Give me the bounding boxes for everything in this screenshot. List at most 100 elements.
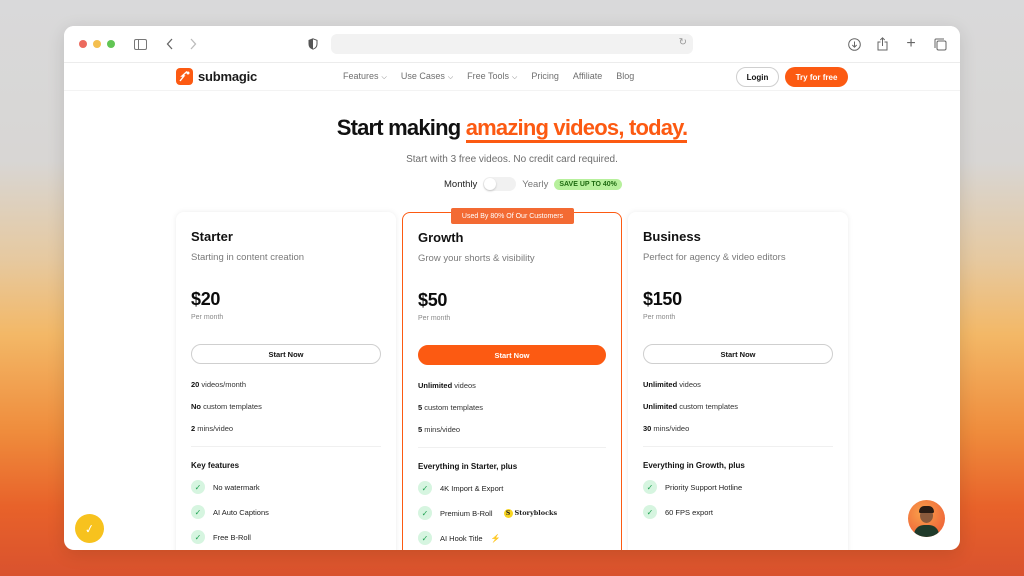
main-nav: Features ⌵ Use Cases ⌵ Free Tools ⌵ Pricing… [343, 71, 634, 82]
privacy-shield-icon[interactable] [305, 36, 321, 52]
plan-price: $50 [418, 290, 448, 310]
check-icon: ✓ [643, 480, 657, 494]
maximize-window-button[interactable] [107, 40, 115, 48]
checklist-widget-button[interactable]: ✓ [72, 511, 107, 546]
limit-item: Unlimited videos [418, 381, 476, 390]
limit-item: 30 mins/video [643, 424, 690, 433]
nav-use-cases[interactable]: Use Cases ⌵ [401, 71, 453, 82]
plan-description: Perfect for agency & video editors [643, 252, 786, 263]
divider [643, 446, 833, 447]
avatar-hair [919, 506, 934, 513]
title-plain: Start making [336, 115, 466, 140]
features-heading: Everything in Growth, plus [643, 461, 745, 470]
tab-overview-icon[interactable] [932, 36, 948, 52]
plan-limits: Unlimited videos Unlimited custom templa… [643, 380, 833, 433]
storyblocks-icon: S [503, 508, 513, 518]
address-bar[interactable]: ↻ [331, 34, 693, 54]
plan-period: Per month [418, 315, 451, 322]
brand-name: submagic [198, 69, 258, 84]
nav-label: Use Cases [400, 71, 445, 81]
popular-badge: Used By 80% Of Our Customers [451, 208, 574, 224]
site-header: submagic Features ⌵ Use Cases ⌵ Free Tools… [64, 63, 960, 91]
avatar-body [914, 525, 939, 537]
forward-icon[interactable] [185, 36, 201, 52]
sidebar-icon[interactable] [132, 36, 148, 52]
limit-item: No custom templates [191, 402, 262, 411]
lightning-icon: ⚡ [490, 533, 501, 543]
browser-toolbar: ↻ + [64, 26, 960, 63]
feature-item: ✓ 4K Import & Export [418, 481, 606, 495]
plan-limits: 20 videos/month No custom templates 2 mi… [191, 380, 381, 433]
nav-affiliate[interactable]: Affiliate [573, 71, 602, 82]
plan-price: $150 [643, 289, 682, 309]
feature-item: ✓ Priority Support Hotline [643, 480, 833, 494]
start-now-button[interactable]: Start Now [643, 344, 833, 364]
check-icon: ✓ [418, 481, 432, 495]
feature-item: ✓ Premium B-Roll S Storyblocks [418, 506, 606, 520]
plan-name: Starter [191, 229, 233, 244]
monthly-label[interactable]: Monthly [444, 179, 477, 190]
download-icon[interactable] [846, 36, 862, 52]
check-icon: ✓ [191, 480, 205, 494]
login-button[interactable]: Login [736, 67, 779, 87]
feature-item: ✓ AI Auto Captions [191, 505, 381, 519]
checklist-icon: ✓ [83, 520, 96, 537]
start-now-button[interactable]: Start Now [418, 345, 606, 365]
limit-item: 5 custom templates [418, 403, 484, 412]
share-icon[interactable] [874, 36, 890, 52]
plan-period: Per month [191, 314, 224, 321]
chevron-down-icon: ⌵ [381, 74, 387, 81]
try-for-free-button[interactable]: Try for free [785, 67, 848, 87]
divider [191, 446, 381, 447]
billing-period-switch: Monthly Yearly SAVE UP TO 40% [444, 177, 622, 191]
nav-label: Features [343, 71, 379, 81]
limit-item: 2 mins/video [191, 424, 234, 433]
check-icon: ✓ [418, 531, 432, 545]
feature-item: ✓ AI Hook Title ⚡ [418, 531, 606, 545]
start-now-button[interactable]: Start Now [191, 344, 381, 364]
plan-name: Growth [418, 230, 464, 245]
page-title: Start making amazing videos, today. [64, 115, 960, 143]
reload-icon[interactable]: ↻ [679, 37, 687, 48]
chevron-down-icon: ⌵ [447, 74, 454, 81]
plan-card-business: Business Perfect for agency & video edit… [628, 212, 848, 550]
check-icon: ✓ [191, 530, 205, 544]
page-subtitle: Start with 3 free videos. No credit card… [406, 154, 618, 165]
chevron-down-icon: ⌵ [512, 74, 518, 81]
title-accent: amazing videos, today. [465, 115, 688, 143]
nav-features[interactable]: Features ⌵ [343, 71, 387, 82]
new-tab-icon[interactable]: + [903, 35, 919, 52]
window-controls [79, 40, 115, 48]
check-icon: ✓ [418, 506, 432, 520]
plan-price: $20 [191, 289, 221, 309]
close-window-button[interactable] [79, 40, 87, 48]
limit-item: Unlimited custom templates [643, 402, 739, 411]
check-icon: ✓ [191, 505, 205, 519]
nav-label: Free Tools [467, 71, 510, 81]
back-icon[interactable] [162, 36, 178, 52]
browser-window: ↻ + submagic Features ⌵ Use Cases ⌵ Free T… [64, 26, 960, 550]
nav-blog[interactable]: Blog [616, 71, 634, 82]
check-icon: ✓ [643, 505, 657, 519]
feature-item: ✓ No watermark [191, 480, 381, 494]
billing-toggle[interactable] [483, 177, 517, 191]
plan-description: Grow your shorts & visibility [418, 253, 535, 264]
limit-item: 20 videos/month [191, 380, 247, 389]
brand-logo[interactable]: submagic [176, 68, 257, 85]
divider [418, 447, 606, 448]
limit-item: 5 mins/video [418, 425, 461, 434]
nav-free-tools[interactable]: Free Tools ⌵ [467, 71, 517, 82]
limit-item: Unlimited videos [643, 380, 701, 389]
save-badge: SAVE UP TO 40% [554, 178, 622, 190]
yearly-label[interactable]: Yearly [522, 179, 548, 190]
support-chat-avatar[interactable] [908, 500, 945, 537]
plan-description: Starting in content creation [191, 252, 305, 263]
plan-card-starter: Starter Starting in content creation $20… [176, 212, 396, 550]
submagic-logo-icon [176, 68, 193, 85]
minimize-window-button[interactable] [93, 40, 101, 48]
plan-name: Business [643, 229, 701, 244]
features-heading: Everything in Starter, plus [418, 462, 518, 471]
toggle-knob [484, 178, 497, 190]
plan-card-growth: Used By 80% Of Our Customers Growth Grow… [402, 208, 622, 550]
nav-pricing[interactable]: Pricing [531, 71, 559, 82]
